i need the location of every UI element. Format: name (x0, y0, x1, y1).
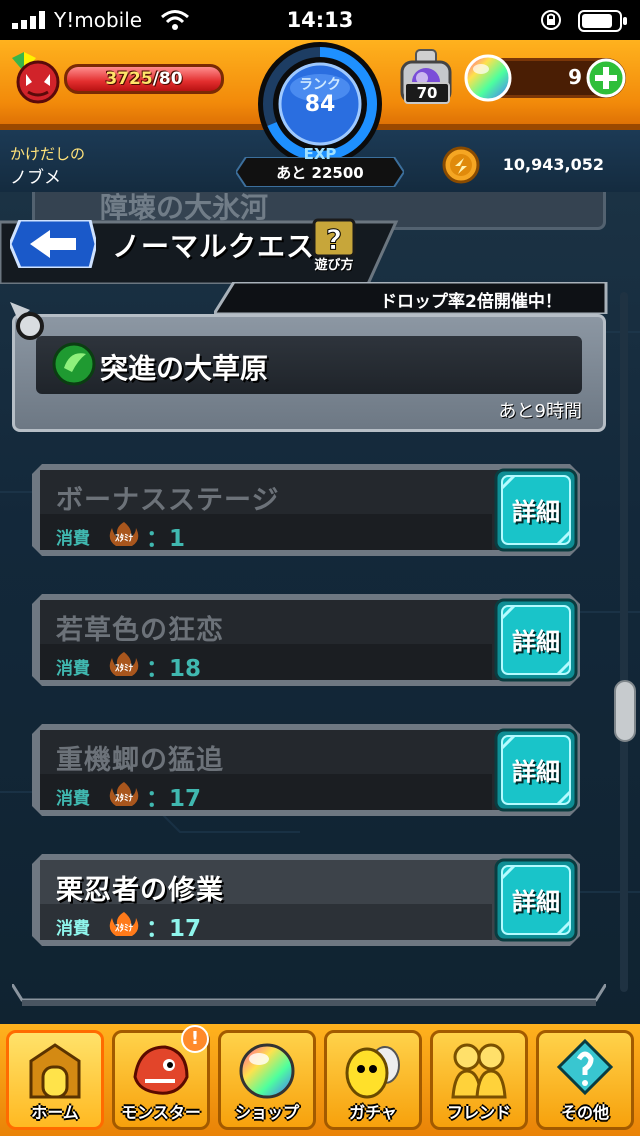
rotation-lock-icon (541, 10, 561, 30)
stage-item[interactable]: 重機蝍の猛追 消費 ｽﾀﾐﾅ ：17 詳細 (32, 724, 580, 816)
detail-button-label[interactable]: 詳細 (494, 622, 578, 657)
scrollbar-thumb[interactable] (614, 680, 636, 742)
stage-item[interactable]: ボーナスステージ 消費 ｽﾀﾐﾅ ：1 詳細 (32, 464, 580, 556)
exp-label: EXP (303, 145, 337, 163)
back-button[interactable] (10, 220, 96, 268)
svg-text:ｽﾀﾐﾅ: ｽﾀﾐﾅ (115, 922, 134, 934)
svg-text:ｽﾀﾐﾅ: ｽﾀﾐﾅ (115, 662, 134, 674)
stage-cost: ：18 (146, 656, 202, 682)
gold-coin-icon (442, 146, 480, 184)
nav-label: ホーム (31, 1103, 79, 1122)
quest-list-area: 障壊の大氷河 ノーマルクエスト ? 遊び方 ドロップ率2倍開催中！ 突進の大草原… (0, 192, 640, 1024)
nav-item-gacha[interactable]: ガチャ (324, 1030, 422, 1130)
nav-label: その他 (560, 1103, 609, 1122)
stage-name: 若草色の狂恋 (56, 615, 224, 646)
rainbow-orb-icon (464, 54, 512, 102)
nav-label: フレンド (446, 1103, 511, 1122)
stage-cost-label: 消費 (56, 659, 90, 679)
stage-cost-label: 消費 (56, 529, 90, 549)
exp-remaining: あと 22500 (276, 164, 364, 182)
svg-text:ｽﾀﾐﾅ: ｽﾀﾐﾅ (115, 532, 134, 544)
stamina-flame-icon: ｽﾀﾐﾅ (109, 652, 139, 676)
stage-cost: ：17 (146, 786, 202, 812)
stage-cost: ：17 (146, 916, 202, 942)
nav-item-other[interactable]: その他 (536, 1030, 634, 1130)
stamina-flame-icon: ｽﾀﾐﾅ (109, 522, 139, 546)
gacha-egg-icon (345, 1046, 400, 1099)
battery-icon (578, 10, 627, 32)
scrollbar-track[interactable] (620, 292, 628, 992)
gold-amount: 10,943,052 (502, 155, 604, 174)
list-bottom-frame (12, 984, 606, 1006)
friends-icon (451, 1043, 507, 1099)
stage-name: ボーナスステージ (56, 485, 280, 516)
detail-button-label[interactable]: 詳細 (494, 882, 578, 917)
rank-label: ランク (299, 77, 341, 93)
stamina-current: 3725 (105, 69, 153, 89)
home-gate-icon (29, 1043, 81, 1099)
stage-name: 重機蝍の猛追 (56, 745, 224, 776)
svg-text:ｽﾀﾐﾅ: ｽﾀﾐﾅ (115, 792, 134, 804)
stage-item[interactable]: 若草色の狂恋 消費 ｽﾀﾐﾅ ：18 詳細 (32, 594, 580, 686)
other-menu-icon (556, 1038, 614, 1096)
stamina-text: 3725/80 (67, 69, 221, 89)
area-time-remaining: あと9時間 (498, 401, 582, 422)
nav-item-home[interactable]: ホーム (6, 1030, 104, 1130)
svg-text:?: ? (326, 223, 342, 256)
help-label[interactable]: 遊び方 (306, 254, 362, 273)
drop-banner-text: ドロップ率2倍開催中！ (380, 292, 562, 312)
nav-label: ショップ (234, 1103, 299, 1122)
status-bar: Y!mobile 14:13 (0, 0, 640, 40)
wood-element-orb-icon (52, 342, 96, 386)
stage-cost-label: 消費 (56, 919, 90, 939)
detail-button-label[interactable]: 詳細 (494, 492, 578, 527)
stamina-max: /80 (152, 69, 183, 89)
orb-count: 9 (568, 65, 582, 89)
stage-cost: ：1 (146, 526, 186, 552)
stage-item[interactable]: 栗忍者の修業 消費 ｽﾀﾐﾅ ：17 詳細 (32, 854, 580, 946)
stamina-gauge: 3725/80 (64, 64, 224, 94)
buy-orbs-plus-button[interactable] (586, 58, 626, 98)
nav-item-friend[interactable]: フレンド (430, 1030, 528, 1130)
stamp-item-count: 70 (404, 82, 450, 104)
stamina-flame-icon: ｽﾀﾐﾅ (109, 912, 139, 936)
notification-badge: ! (181, 1025, 209, 1053)
stamina-flame-icon: ｽﾀﾐﾅ (109, 782, 139, 806)
rank-value: 84 (304, 92, 336, 117)
rainbow-orb-icon (239, 1043, 295, 1099)
player-name: ノブメ (10, 168, 61, 188)
player-rank-emblem-icon[interactable] (8, 52, 60, 104)
detail-button-label[interactable]: 詳細 (494, 752, 578, 787)
nav-label: ガチャ (349, 1103, 397, 1122)
nav-label: モンスター (121, 1103, 201, 1122)
stage-name: 栗忍者の修業 (56, 875, 224, 906)
nav-item-monster[interactable]: モンスター! (112, 1025, 210, 1130)
stage-cost-label: 消費 (56, 789, 90, 809)
nav-item-shop[interactable]: ショップ (218, 1030, 316, 1130)
player-title: かけだしの (10, 145, 86, 163)
area-name: 突進の大草原 (100, 352, 269, 385)
